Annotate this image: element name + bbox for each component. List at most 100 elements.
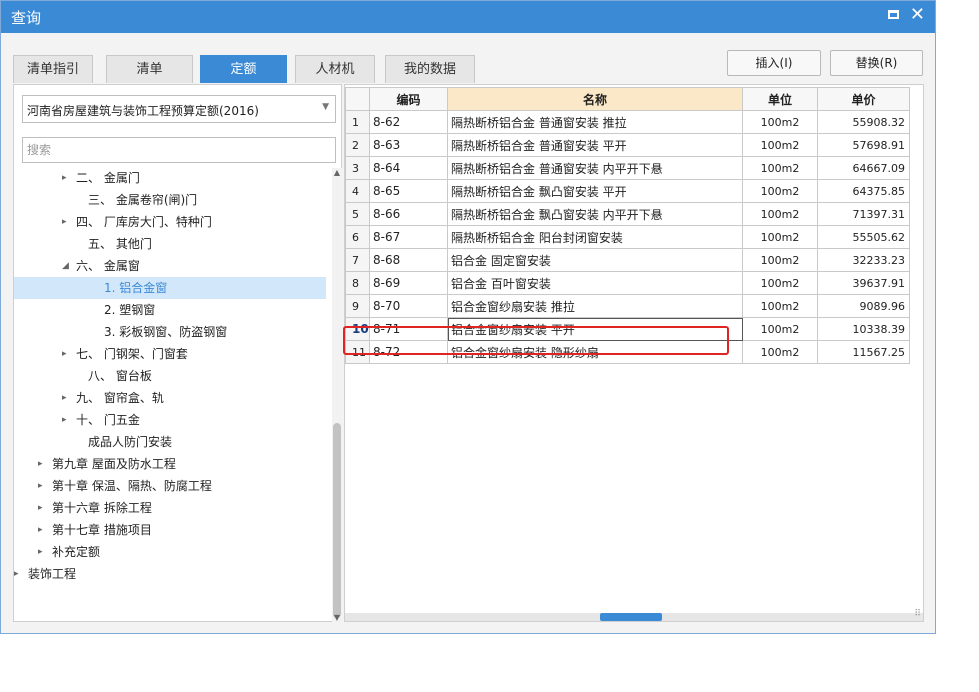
unit-cell[interactable]: 100m2 [742,317,818,341]
code-cell[interactable]: 8-62 [369,110,448,134]
price-cell[interactable]: 10338.39 [817,317,910,341]
row-number-cell[interactable]: 1 [345,110,370,134]
tree-item[interactable]: 1. 铝合金窗 [14,277,326,299]
price-cell[interactable]: 57698.91 [817,133,910,157]
name-cell[interactable]: 铝合金 固定窗安装 [447,248,743,272]
code-cell[interactable]: 8-71 [369,317,448,341]
unit-cell[interactable]: 100m2 [742,271,818,295]
table-row[interactable]: 4 8-65 隔热断桥铝合金 飘凸窗安装 平开 100m2 64375.85 [345,179,910,203]
table-row[interactable]: 7 8-68 铝合金 固定窗安装 100m2 32233.23 [345,248,910,272]
tab-my-data[interactable]: 我的数据 [385,55,475,83]
name-cell[interactable]: 隔热断桥铝合金 飘凸窗安装 平开 [447,179,743,203]
close-icon[interactable]: ✕ [910,4,925,25]
tree-item[interactable]: ▸ 四、 厂库房大门、特种门 [14,211,326,233]
name-cell[interactable]: 隔热断桥铝合金 普通窗安装 内平开下悬 [447,156,743,180]
tree-item[interactable]: 3. 彩板钢窗、防盗钢窗 [14,321,326,343]
table-row[interactable]: 10 8-71 铝合金窗纱扇安装 平开 100m2 10338.39 [345,317,910,341]
tree-item[interactable]: ▸ 七、 门钢架、门窗套 [14,343,326,365]
tree-item[interactable]: ▸ 九、 窗帘盒、轨 [14,387,326,409]
name-cell[interactable]: 隔热断桥铝合金 普通窗安装 推拉 [447,110,743,134]
tab-bill-guide[interactable]: 清单指引 [13,55,93,83]
resize-grip-icon[interactable]: ⠿ [914,609,921,619]
unit-cell[interactable]: 100m2 [742,110,818,134]
collapsed-caret-icon[interactable]: ▸ [38,453,43,475]
price-cell[interactable]: 55908.32 [817,110,910,134]
price-cell[interactable]: 11567.25 [817,340,910,364]
row-number-cell[interactable]: 4 [345,179,370,203]
code-cell[interactable]: 8-66 [369,202,448,226]
code-cell[interactable]: 8-65 [369,179,448,203]
code-cell[interactable]: 8-64 [369,156,448,180]
code-cell[interactable]: 8-67 [369,225,448,249]
tree-item[interactable]: ▸ 第九章 屋面及防水工程 [14,453,326,475]
code-cell[interactable]: 8-72 [369,340,448,364]
price-cell[interactable]: 64667.09 [817,156,910,180]
code-cell[interactable]: 8-70 [369,294,448,318]
header-unit[interactable]: 单位 [742,87,818,111]
unit-cell[interactable]: 100m2 [742,340,818,364]
tree-item[interactable]: ▸ 补充定额 [14,541,326,563]
unit-cell[interactable]: 100m2 [742,179,818,203]
table-row[interactable]: 8 8-69 铝合金 百叶窗安装 100m2 39637.91 [345,271,910,295]
code-cell[interactable]: 8-69 [369,271,448,295]
row-number-cell[interactable]: 10 [345,317,370,341]
tree-item[interactable]: 2. 塑钢窗 [14,299,326,321]
unit-cell[interactable]: 100m2 [742,133,818,157]
search-input[interactable] [22,137,336,163]
tree-item[interactable]: 三、 金属卷帘(闸)门 [14,189,326,211]
unit-cell[interactable]: 100m2 [742,294,818,318]
expanded-caret-icon[interactable]: ◢ [62,255,69,277]
name-cell[interactable]: 铝合金窗纱扇安装 推拉 [447,294,743,318]
name-cell[interactable]: 铝合金窗纱扇安装 隐形纱扇 [447,340,743,364]
tree-item[interactable]: ◢ 六、 金属窗 [14,255,326,277]
code-cell[interactable]: 8-63 [369,133,448,157]
unit-cell[interactable]: 100m2 [742,248,818,272]
name-cell[interactable]: 铝合金 百叶窗安装 [447,271,743,295]
table-row[interactable]: 1 8-62 隔热断桥铝合金 普通窗安装 推拉 100m2 55908.32 [345,110,910,134]
collapsed-caret-icon[interactable]: ▸ [38,541,43,563]
tree-item[interactable]: 五、 其他门 [14,233,326,255]
unit-cell[interactable]: 100m2 [742,225,818,249]
table-row[interactable]: 5 8-66 隔热断桥铝合金 飘凸窗安装 内平开下悬 100m2 71397.31 [345,202,910,226]
header-code[interactable]: 编码 [369,87,448,111]
collapsed-caret-icon[interactable]: ▸ [38,497,43,519]
collapsed-caret-icon[interactable]: ▸ [62,409,67,431]
insert-button[interactable]: 插入(I) [727,50,821,76]
tree-item[interactable]: ▸ 第十章 保温、隔热、防腐工程 [14,475,326,497]
table-row[interactable]: 6 8-67 隔热断桥铝合金 阳台封闭窗安装 100m2 55505.62 [345,225,910,249]
collapsed-caret-icon[interactable]: ▸ [62,211,67,233]
row-number-cell[interactable]: 2 [345,133,370,157]
tree-scroll-thumb[interactable] [333,423,341,618]
collapsed-caret-icon[interactable]: ▸ [62,387,67,409]
tree-item[interactable]: ▸ 第十六章 拆除工程 [14,497,326,519]
collapsed-caret-icon[interactable]: ▸ [62,167,67,189]
tab-quota[interactable]: 定额 [200,55,287,83]
name-cell[interactable]: 铝合金窗纱扇安装 平开 [447,317,743,341]
tree-item[interactable]: ▸ 装饰工程 [14,563,326,585]
row-number-cell[interactable]: 3 [345,156,370,180]
unit-cell[interactable]: 100m2 [742,202,818,226]
name-cell[interactable]: 隔热断桥铝合金 阳台封闭窗安装 [447,225,743,249]
row-number-cell[interactable]: 11 [345,340,370,364]
tree-item[interactable]: 八、 窗台板 [14,365,326,387]
replace-button[interactable]: 替换(R) [830,50,923,76]
row-number-cell[interactable]: 8 [345,271,370,295]
tab-labor-material-machine[interactable]: 人材机 [295,55,375,83]
tab-bill[interactable]: 清单 [106,55,193,83]
quota-library-select[interactable]: 河南省房屋建筑与装饰工程预算定额(2016) ▼ [22,95,336,123]
price-cell[interactable]: 32233.23 [817,248,910,272]
tree-scrollbar[interactable]: ▲ ▼ [332,168,342,623]
collapsed-caret-icon[interactable]: ▸ [62,343,67,365]
collapsed-caret-icon[interactable]: ▸ [38,475,43,497]
table-row[interactable]: 9 8-70 铝合金窗纱扇安装 推拉 100m2 9089.96 [345,294,910,318]
price-cell[interactable]: 9089.96 [817,294,910,318]
grid-horizontal-scrollbar[interactable] [345,613,923,621]
maximize-icon[interactable] [888,10,899,19]
header-price[interactable]: 单价 [817,87,910,111]
name-cell[interactable]: 隔热断桥铝合金 飘凸窗安装 内平开下悬 [447,202,743,226]
row-number-cell[interactable]: 6 [345,225,370,249]
price-cell[interactable]: 71397.31 [817,202,910,226]
table-row[interactable]: 3 8-64 隔热断桥铝合金 普通窗安装 内平开下悬 100m2 64667.09 [345,156,910,180]
scroll-up-icon[interactable]: ▲ [332,168,342,178]
price-cell[interactable]: 55505.62 [817,225,910,249]
